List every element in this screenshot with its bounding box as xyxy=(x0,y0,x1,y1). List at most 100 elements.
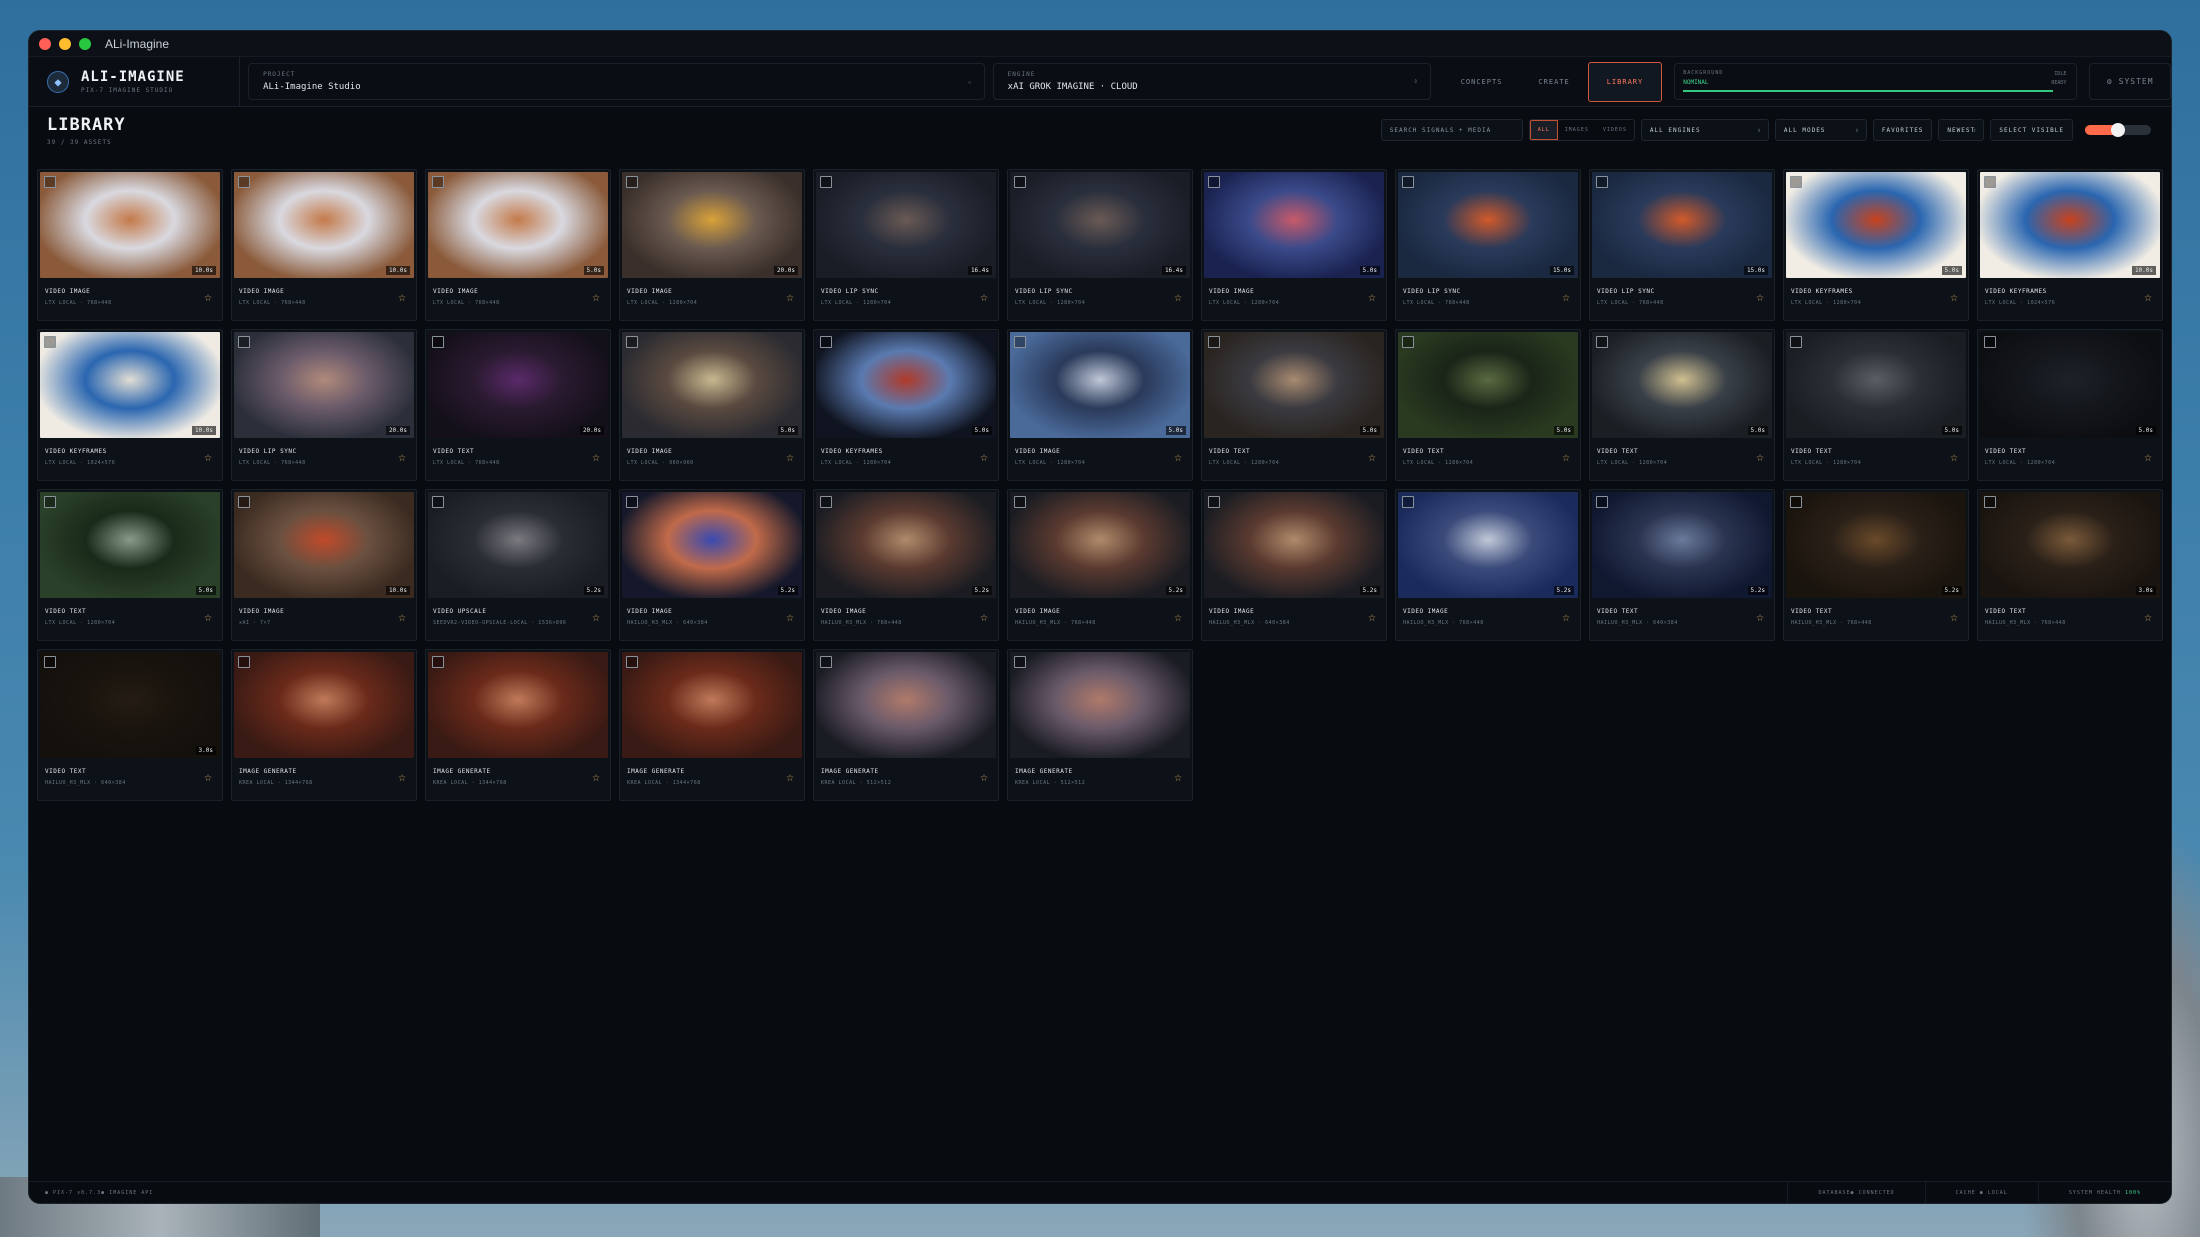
asset-thumbnail[interactable]: 5.2s xyxy=(1786,492,1966,598)
asset-card[interactable]: 10.0s VIDEO KEYFRAMES LTX LOCAL · 1024×576… xyxy=(37,329,223,481)
favorite-star-icon[interactable]: ☆ xyxy=(980,450,988,465)
asset-card[interactable]: IMAGE GENERATE KREA LOCAL · 1344×768 ☆ xyxy=(425,649,611,801)
asset-checkbox[interactable] xyxy=(432,496,444,508)
asset-thumbnail[interactable]: 5.0s xyxy=(1980,332,2160,438)
favorite-star-icon[interactable]: ☆ xyxy=(592,770,600,785)
tab-library[interactable]: LIBRARY xyxy=(1587,61,1663,102)
favorite-star-icon[interactable]: ☆ xyxy=(2144,610,2152,625)
asset-thumbnail[interactable]: 5.2s xyxy=(1010,492,1190,598)
asset-thumbnail[interactable]: 5.2s xyxy=(622,492,802,598)
asset-checkbox[interactable] xyxy=(1984,176,1996,188)
sort-select[interactable]: NEWEST ⇕ xyxy=(1938,119,1985,141)
asset-card[interactable]: 5.0s VIDEO TEXT LTX LOCAL · 1280×704 ☆ xyxy=(37,489,223,641)
project-selector[interactable]: PROJECT ALi-Imagine Studio ⌄ xyxy=(248,63,985,100)
favorite-star-icon[interactable]: ☆ xyxy=(204,770,212,785)
asset-thumbnail[interactable]: 15.0s xyxy=(1592,172,1772,278)
engine-filter-select[interactable]: ALL ENGINES ⇕ xyxy=(1640,119,1769,141)
asset-checkbox[interactable] xyxy=(238,496,250,508)
favorite-star-icon[interactable]: ☆ xyxy=(786,450,794,465)
asset-card[interactable]: IMAGE GENERATE KREA LOCAL · 1344×768 ☆ xyxy=(231,649,417,801)
asset-thumbnail[interactable]: 5.0s xyxy=(1204,172,1384,278)
asset-checkbox[interactable] xyxy=(432,656,444,668)
asset-card[interactable]: IMAGE GENERATE KREA LOCAL · 512×512 ☆ xyxy=(813,649,999,801)
asset-checkbox[interactable] xyxy=(1014,496,1026,508)
asset-thumbnail[interactable]: 15.0s xyxy=(1398,172,1578,278)
asset-thumbnail[interactable]: 5.0s xyxy=(428,172,608,278)
asset-checkbox[interactable] xyxy=(1208,176,1220,188)
asset-checkbox[interactable] xyxy=(44,496,56,508)
select-visible-button[interactable]: SELECT VISIBLE xyxy=(1990,119,2073,141)
asset-checkbox[interactable] xyxy=(44,176,56,188)
favorite-star-icon[interactable]: ☆ xyxy=(1950,290,1958,305)
favorite-star-icon[interactable]: ☆ xyxy=(1562,290,1570,305)
asset-checkbox[interactable] xyxy=(432,176,444,188)
favorite-star-icon[interactable]: ☆ xyxy=(1368,450,1376,465)
asset-card[interactable]: 20.0s VIDEO LIP SYNC LTX LOCAL · 768×448 ☆ xyxy=(231,329,417,481)
asset-card[interactable]: 5.2s VIDEO IMAGE HAILUO_H3_MLX · 640×384 ☆ xyxy=(619,489,805,641)
asset-checkbox[interactable] xyxy=(1790,176,1802,188)
asset-card[interactable]: 3.0s VIDEO TEXT HAILUO_H3_MLX · 768×448 ☆ xyxy=(1977,489,2163,641)
asset-checkbox[interactable] xyxy=(820,336,832,348)
asset-thumbnail[interactable]: 20.0s xyxy=(622,172,802,278)
tab-concepts[interactable]: CONCEPTS xyxy=(1443,62,1521,102)
asset-thumbnail[interactable]: 3.0s xyxy=(40,652,220,758)
favorite-star-icon[interactable]: ☆ xyxy=(980,770,988,785)
asset-thumbnail[interactable] xyxy=(1010,652,1190,758)
asset-checkbox[interactable] xyxy=(1790,496,1802,508)
asset-card[interactable]: 16.4s VIDEO LIP SYNC LTX LOCAL · 1280×704 ☆ xyxy=(813,169,999,321)
zoom-window-button[interactable] xyxy=(79,37,91,50)
asset-checkbox[interactable] xyxy=(626,496,638,508)
asset-card[interactable]: 5.0s VIDEO IMAGE LTX LOCAL · 768×448 ☆ xyxy=(425,169,611,321)
favorite-star-icon[interactable]: ☆ xyxy=(398,450,406,465)
asset-checkbox[interactable] xyxy=(820,656,832,668)
asset-card[interactable]: 10.0s VIDEO IMAGE LTX LOCAL · 768×448 ☆ xyxy=(231,169,417,321)
filter-videos[interactable]: VIDEOS xyxy=(1596,120,1634,140)
asset-card[interactable]: 20.0s VIDEO IMAGE LTX LOCAL · 1280×704 ☆ xyxy=(619,169,805,321)
asset-card[interactable]: 5.0s VIDEO IMAGE LTX LOCAL · 1280×704 ☆ xyxy=(1007,329,1193,481)
asset-thumbnail[interactable]: 5.0s xyxy=(1204,332,1384,438)
asset-thumbnail[interactable]: 10.0s xyxy=(234,172,414,278)
asset-thumbnail[interactable]: 5.2s xyxy=(816,492,996,598)
asset-thumbnail[interactable]: 5.0s xyxy=(1010,332,1190,438)
asset-checkbox[interactable] xyxy=(238,336,250,348)
asset-checkbox[interactable] xyxy=(238,176,250,188)
asset-card[interactable]: 5.2s VIDEO TEXT HAILUO_H3_MLX · 768×448 ☆ xyxy=(1783,489,1969,641)
search-input[interactable]: SEARCH SIGNALS + MEDIA xyxy=(1380,119,1523,141)
asset-card[interactable]: 5.2s VIDEO IMAGE HAILUO_H3_MLX · 768×448 ☆ xyxy=(1395,489,1581,641)
system-button[interactable]: ⚙ SYSTEM xyxy=(2089,63,2171,100)
favorite-star-icon[interactable]: ☆ xyxy=(1174,610,1182,625)
asset-checkbox[interactable] xyxy=(44,656,56,668)
favorite-star-icon[interactable]: ☆ xyxy=(398,770,406,785)
asset-card[interactable]: 5.0s VIDEO TEXT LTX LOCAL · 1280×704 ☆ xyxy=(1395,329,1581,481)
close-window-button[interactable] xyxy=(39,37,51,50)
filter-images[interactable]: IMAGES xyxy=(1558,120,1596,140)
favorite-star-icon[interactable]: ☆ xyxy=(786,770,794,785)
asset-thumbnail[interactable] xyxy=(816,652,996,758)
asset-thumbnail[interactable] xyxy=(234,652,414,758)
asset-card[interactable]: 10.0s VIDEO KEYFRAMES LTX LOCAL · 1024×576… xyxy=(1977,169,2163,321)
favorite-star-icon[interactable]: ☆ xyxy=(1950,610,1958,625)
favorite-star-icon[interactable]: ☆ xyxy=(1368,610,1376,625)
asset-card[interactable]: IMAGE GENERATE KREA LOCAL · 1344×768 ☆ xyxy=(619,649,805,801)
asset-card[interactable]: 5.0s VIDEO IMAGE LTX LOCAL · 960×960 ☆ xyxy=(619,329,805,481)
asset-checkbox[interactable] xyxy=(1014,336,1026,348)
asset-thumbnail[interactable]: 5.0s xyxy=(816,332,996,438)
filter-all[interactable]: ALL xyxy=(1529,120,1558,140)
asset-thumbnail[interactable]: 5.2s xyxy=(1592,492,1772,598)
asset-card[interactable]: 5.2s VIDEO TEXT HAILUO_H3_MLX · 640×384 ☆ xyxy=(1589,489,1775,641)
asset-card[interactable]: 10.0s VIDEO IMAGE xAI · 7×7 ☆ xyxy=(231,489,417,641)
asset-card[interactable]: 3.0s VIDEO TEXT HAILUO_H3_MLX · 640×384 ☆ xyxy=(37,649,223,801)
asset-checkbox[interactable] xyxy=(626,656,638,668)
favorite-star-icon[interactable]: ☆ xyxy=(1368,290,1376,305)
asset-card[interactable]: 5.0s VIDEO IMAGE LTX LOCAL · 1280×704 ☆ xyxy=(1201,169,1387,321)
asset-thumbnail[interactable]: 20.0s xyxy=(428,332,608,438)
minimize-window-button[interactable] xyxy=(59,37,71,50)
favorite-star-icon[interactable]: ☆ xyxy=(204,290,212,305)
favorite-star-icon[interactable]: ☆ xyxy=(1756,290,1764,305)
asset-card[interactable]: 5.0s VIDEO TEXT LTX LOCAL · 1280×704 ☆ xyxy=(1201,329,1387,481)
asset-card[interactable]: 15.0s VIDEO LIP SYNC LTX LOCAL · 768×448 ☆ xyxy=(1589,169,1775,321)
asset-checkbox[interactable] xyxy=(1790,336,1802,348)
favorite-star-icon[interactable]: ☆ xyxy=(2144,290,2152,305)
asset-checkbox[interactable] xyxy=(1984,496,1996,508)
asset-thumbnail[interactable]: 10.0s xyxy=(234,492,414,598)
